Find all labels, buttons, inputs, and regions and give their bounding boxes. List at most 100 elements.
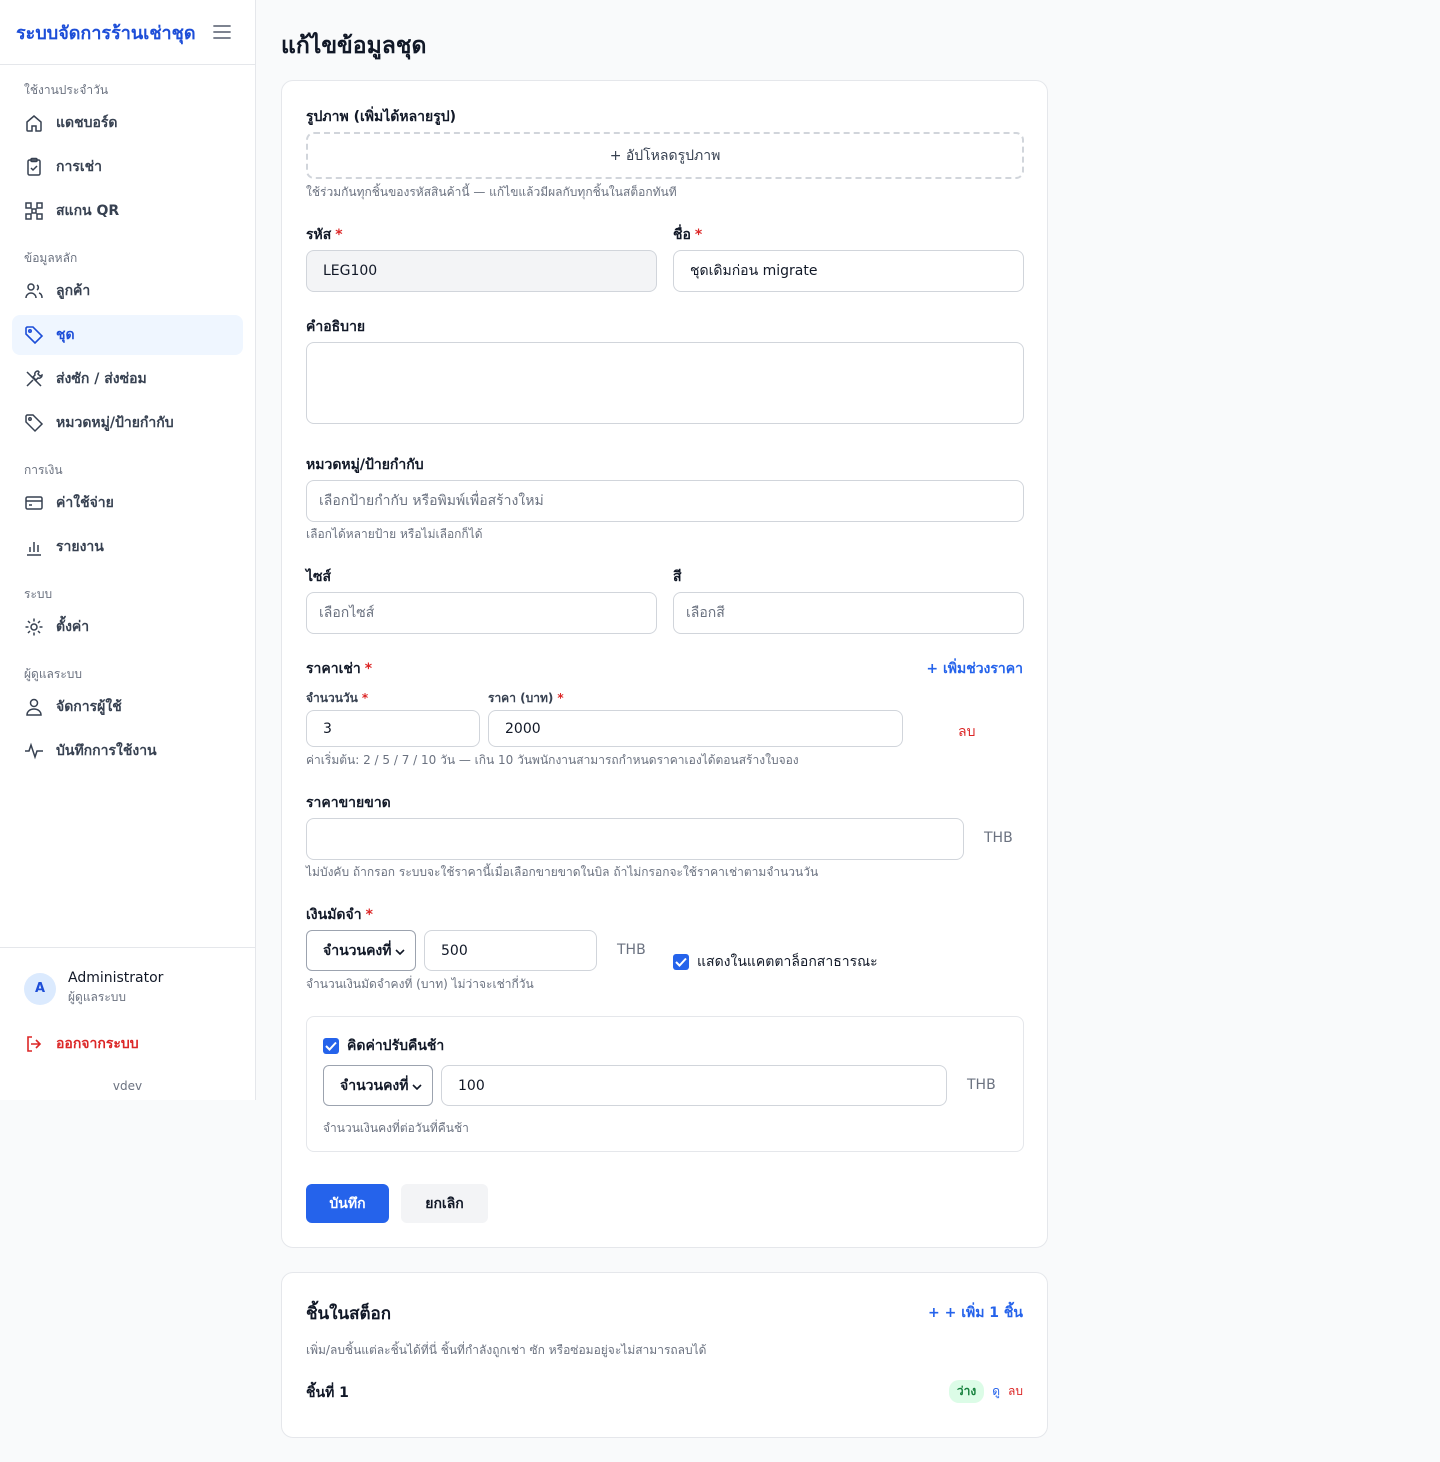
tags-label: หมวดหมู่/ป้ายกำกับ <box>306 457 424 473</box>
stock-item-actions: ว่าง ดู ลบ <box>948 1380 1023 1403</box>
sidebar-item-label: ส่งซัก / ส่งซ่อม <box>56 371 147 387</box>
logout-button[interactable]: ออกจากระบบ <box>24 1033 231 1055</box>
images-help: ใช้ร่วมกันทุกชิ้นของรหัสสินค้านี้ — แก้ไ… <box>306 185 677 199</box>
stock-title: ชิ้นในสต็อก <box>306 1304 391 1324</box>
sale-price-label: ราคาขายขาด <box>306 795 391 811</box>
sidebar-item-settings[interactable]: ตั้งค่า <box>12 607 243 647</box>
sidebar-item-laundry[interactable]: ส่งซัก / ส่งซ่อม <box>12 359 243 399</box>
upload-image-button[interactable]: + อัปโหลดรูปภาพ <box>306 132 1024 179</box>
sidebar-item-label: ตั้งค่า <box>56 619 90 635</box>
users-icon <box>24 281 44 301</box>
save-button[interactable]: บันทึก <box>306 1184 389 1223</box>
menu-toggle-icon[interactable] <box>213 20 231 44</box>
sidebar-item-label: ชุด <box>56 327 75 343</box>
delete-stock-item-button[interactable]: ลบ <box>1008 1382 1023 1401</box>
late-fee-amount-input[interactable]: 100 <box>441 1065 947 1106</box>
sidebar-item-rentals[interactable]: การเช่า <box>12 147 243 187</box>
late-fee-unit: THB <box>967 1077 996 1093</box>
add-stock-item-button[interactable]: + + เพิ่ม 1 ชิ้น <box>928 1302 1023 1324</box>
bar-chart-icon <box>24 537 44 557</box>
late-fee-toggle-row: คิดค่าปรับคืนช้า <box>323 1035 444 1057</box>
description-textarea[interactable] <box>306 342 1024 424</box>
tier-price-input[interactable]: 2000 <box>488 710 903 747</box>
code-label-text: รหัส <box>306 227 332 243</box>
edit-outfit-form: รูปภาพ (เพิ่มได้หลายรูป) + อัปโหลดรูปภาพ… <box>281 80 1048 1248</box>
days-label-text: จำนวนวัน <box>306 691 358 705</box>
user-name: Administrator <box>68 970 164 986</box>
deposit-mode-value: จำนวนคงที่ <box>323 942 392 959</box>
user-panel: A Administrator ผู้ดูแลระบบ ออกจากระบบ v… <box>0 947 255 1093</box>
delete-tier-button[interactable]: ลบ <box>958 721 975 743</box>
sale-price-input[interactable] <box>306 818 964 860</box>
logout-icon <box>24 1034 44 1054</box>
deposit-amount-input[interactable]: 500 <box>424 930 597 971</box>
name-input[interactable]: ชุดเดิมก่อน migrate <box>673 250 1024 292</box>
sidebar-item-audit-log[interactable]: บันทึกการใช้งาน <box>12 731 243 771</box>
price-label-text: ราคา (บาท) <box>488 691 554 705</box>
deposit-label-text: เงินมัดจำ <box>306 907 362 923</box>
tier-days-input[interactable]: 3 <box>306 710 480 747</box>
sidebar-item-label: หมวดหมู่/ป้ายกำกับ <box>56 415 174 431</box>
deposit-mode-select[interactable]: จำนวนคงที่ <box>306 930 416 971</box>
app-version: vdev <box>112 1079 143 1093</box>
sidebar-item-dashboard[interactable]: แดชบอร์ด <box>12 103 243 143</box>
tags-input[interactable]: เลือกป้ายกำกับ หรือพิมพ์เพื่อสร้างใหม่ <box>306 480 1024 522</box>
required-mark: * <box>365 907 373 923</box>
sidebar-item-categories[interactable]: หมวดหมู่/ป้ายกำกับ <box>12 403 243 443</box>
late-fee-mode-select[interactable]: จำนวนคงที่ <box>323 1065 433 1106</box>
size-select[interactable]: เลือกไซส์ <box>306 592 657 634</box>
required-mark: * <box>557 691 564 705</box>
sidebar-item-customers[interactable]: ลูกค้า <box>12 271 243 311</box>
rental-price-label-text: ราคาเช่า <box>306 661 361 677</box>
nav-section-admin: ผู้ดูแลระบบ <box>24 667 83 681</box>
home-icon <box>24 113 44 133</box>
sidebar-item-users[interactable]: จัดการผู้ใช้ <box>12 687 243 727</box>
tools-icon <box>24 369 44 389</box>
add-price-tier-button[interactable]: + เพิ่มช่วงราคา <box>926 658 1023 680</box>
chevron-down-icon <box>412 1078 422 1094</box>
late-fee-label: คิดค่าปรับคืนช้า <box>347 1038 445 1054</box>
user-info: A Administrator ผู้ดูแลระบบ <box>24 970 231 1007</box>
label-icon <box>24 413 44 433</box>
stock-panel: ชิ้นในสต็อก + + เพิ่ม 1 ชิ้น เพิ่ม/ลบชิ้… <box>281 1272 1048 1438</box>
sidebar-item-label: แดชบอร์ด <box>56 115 118 131</box>
cancel-button[interactable]: ยกเลิก <box>401 1184 488 1223</box>
nav-section-finance: การเงิน <box>24 463 63 477</box>
required-mark: * <box>694 227 703 243</box>
user-icon <box>24 697 44 717</box>
sidebar-item-label: ค่าใช้จ่าย <box>56 495 114 511</box>
sidebar-item-expenses[interactable]: ค่าใช้จ่าย <box>12 483 243 523</box>
sidebar-item-qr[interactable]: สแกน QR <box>12 191 243 231</box>
late-fee-checkbox[interactable] <box>323 1038 339 1054</box>
sidebar-item-label: การเช่า <box>56 159 103 175</box>
color-select[interactable]: เลือกสี <box>673 592 1024 634</box>
sidebar-item-outfits[interactable]: ชุด <box>12 315 243 355</box>
activity-icon <box>24 741 44 761</box>
deposit-unit: THB <box>617 942 646 958</box>
stock-help: เพิ่ม/ลบชิ้นแต่ละชิ้นได้ที่นี่ ชิ้นที่กำ… <box>306 1343 707 1357</box>
late-fee-panel: คิดค่าปรับคืนช้า จำนวนคงที่ 100 THB จำนว… <box>306 1016 1024 1152</box>
code-input[interactable]: LEG100 <box>306 250 657 292</box>
show-in-catalog-label: แสดงในแคตตาล็อกสาธารณะ <box>697 954 878 970</box>
tags-help: เลือกได้หลายป้าย หรือไม่เลือกก็ได้ <box>306 527 483 541</box>
late-fee-help: จำนวนเงินคงที่ต่อวันที่คืนช้า <box>323 1121 469 1135</box>
images-label: รูปภาพ (เพิ่มได้หลายรูป) <box>306 109 457 125</box>
description-label: คำอธิบาย <box>306 319 366 335</box>
price-label: ราคา (บาท) * <box>488 689 564 708</box>
name-label-text: ชื่อ <box>673 227 691 243</box>
sidebar-header: ระบบจัดการร้านเช่าชุด <box>0 0 255 65</box>
required-mark: * <box>364 661 373 677</box>
view-stock-item-button[interactable]: ดู <box>992 1382 1000 1401</box>
page-title: แก้ไขข้อมูลชุด <box>281 33 427 59</box>
required-mark: * <box>335 227 343 243</box>
show-in-catalog-checkbox[interactable] <box>673 954 689 970</box>
sidebar-item-reports[interactable]: รายงาน <box>12 527 243 567</box>
required-mark: * <box>361 691 369 705</box>
sidebar-item-label: บันทึกการใช้งาน <box>56 743 157 759</box>
stock-item-label: ชิ้นที่ 1 <box>306 1385 349 1401</box>
color-label: สี <box>673 569 682 585</box>
size-label: ไซส์ <box>306 569 332 585</box>
deposit-help: จำนวนเงินมัดจำคงที่ (บาท) ไม่ว่าจะเช่ากี… <box>306 977 534 991</box>
nav-section-system: ระบบ <box>24 587 53 601</box>
app-title[interactable]: ระบบจัดการร้านเช่าชุด <box>16 18 196 47</box>
